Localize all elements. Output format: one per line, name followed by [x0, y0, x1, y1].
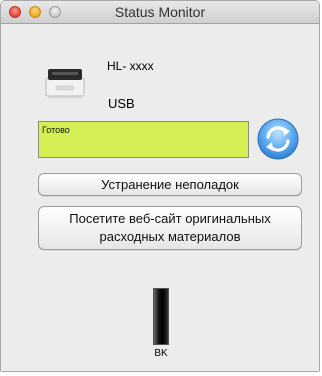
toner-label: BK [154, 348, 168, 359]
supplies-website-button[interactable]: Посетите веб-сайт оригинальных расходных… [38, 206, 302, 250]
troubleshooting-button[interactable]: Устранение неполадок [38, 173, 302, 196]
supplies-website-button-line2: расходных материалов [99, 229, 241, 244]
refresh-icon[interactable] [256, 117, 300, 161]
title-bar[interactable]: Status Monitor [1, 1, 319, 24]
connection-type-label: USB [108, 96, 135, 111]
status-monitor-window: Status Monitor HL- xxxx USB Готово Устра… [0, 0, 320, 372]
window-title: Status Monitor [114, 4, 206, 20]
toner-level-bar [153, 288, 169, 345]
status-text: Готово [42, 125, 70, 135]
printer-model-label: HL- xxxx [107, 59, 154, 73]
printer-icon [45, 69, 85, 98]
status-display: Готово [38, 121, 249, 158]
supplies-website-button-line1: Посетите веб-сайт оригинальных [69, 211, 271, 226]
